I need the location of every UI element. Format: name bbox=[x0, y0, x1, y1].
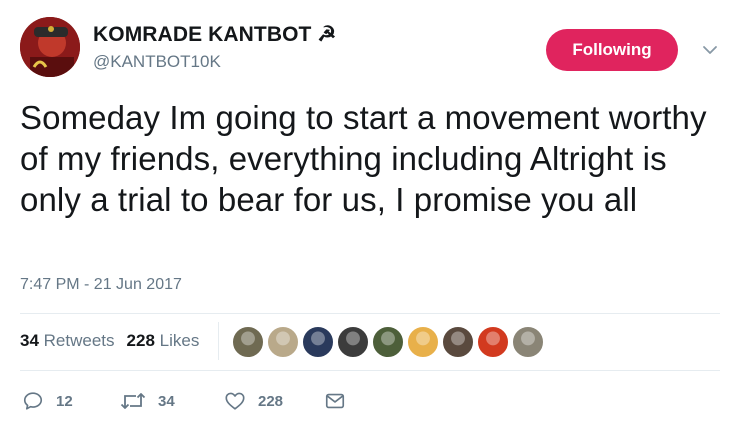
liker-avatar-6[interactable] bbox=[407, 326, 439, 358]
heart-icon bbox=[224, 390, 246, 412]
reply-icon bbox=[22, 390, 44, 412]
likes-count: 228 bbox=[126, 331, 155, 350]
liker-avatar-5[interactable] bbox=[372, 326, 404, 358]
following-button[interactable]: Following bbox=[546, 29, 678, 71]
retweets-label: Retweets bbox=[43, 331, 115, 350]
likes-stat[interactable]: 228 Likes bbox=[127, 331, 200, 350]
liker-avatar-8[interactable] bbox=[477, 326, 509, 358]
retweet-count: 34 bbox=[158, 392, 175, 410]
tweet-stats: 34 Retweets 228 Likes bbox=[20, 331, 199, 351]
retweet-icon bbox=[120, 390, 146, 412]
retweets-stat[interactable]: 34 Retweets bbox=[20, 331, 115, 350]
like-button[interactable]: 228 bbox=[224, 388, 283, 414]
tweet-timestamp[interactable]: 7:47 PM - 21 Jun 2017 bbox=[20, 276, 182, 294]
reply-button[interactable]: 12 bbox=[22, 388, 73, 414]
divider bbox=[20, 313, 720, 314]
reply-count: 12 bbox=[56, 392, 73, 410]
retweet-button[interactable]: 34 bbox=[120, 388, 175, 414]
liker-avatar-4[interactable] bbox=[337, 326, 369, 358]
divider bbox=[20, 370, 720, 371]
like-count: 228 bbox=[258, 392, 284, 410]
liker-avatar-2[interactable] bbox=[267, 326, 299, 358]
message-icon bbox=[324, 390, 346, 412]
liker-avatar-1[interactable] bbox=[232, 326, 264, 358]
display-name[interactable]: KOMRADE KANTBOT ☭ bbox=[93, 22, 336, 47]
chevron-down-icon[interactable] bbox=[700, 40, 720, 60]
liker-avatar-9[interactable] bbox=[512, 326, 544, 358]
direct-message-button[interactable] bbox=[324, 388, 346, 414]
stats-divider bbox=[218, 322, 219, 360]
user-avatar[interactable] bbox=[20, 17, 80, 77]
user-handle[interactable]: @KANTBOT10K bbox=[93, 52, 221, 72]
tweet-text: Someday Im going to start a movement wor… bbox=[20, 99, 707, 218]
liker-avatar-7[interactable] bbox=[442, 326, 474, 358]
retweets-count: 34 bbox=[20, 331, 39, 350]
liker-avatar-3[interactable] bbox=[302, 326, 334, 358]
likes-label: Likes bbox=[159, 331, 200, 350]
